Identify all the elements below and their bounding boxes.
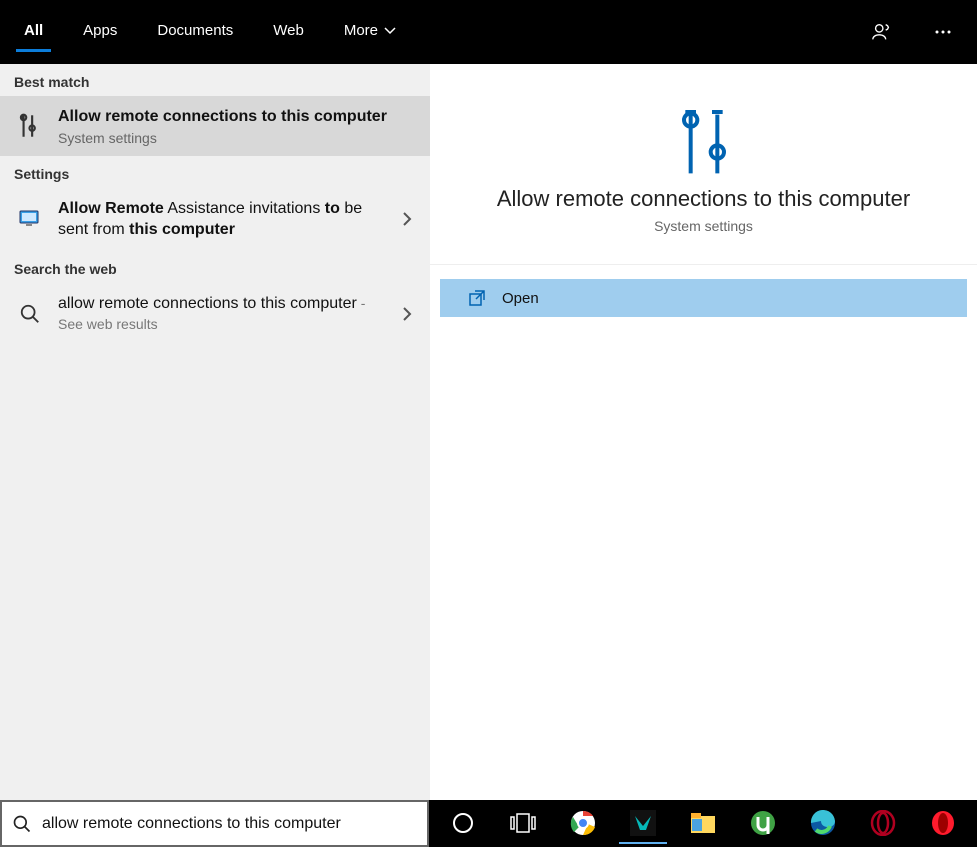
open-action[interactable]: Open <box>440 279 967 317</box>
tab-web[interactable]: Web <box>265 12 312 52</box>
opera-icon[interactable] <box>919 804 967 844</box>
chevron-right-icon <box>398 211 416 227</box>
taskview-icon[interactable] <box>499 804 547 844</box>
settings-result-remote-assistance[interactable]: Allow Remote Assistance invitations to b… <box>0 188 430 251</box>
section-search-web: Search the web <box>0 251 430 283</box>
settings-tools-icon <box>672 104 736 168</box>
utorrent-icon[interactable] <box>739 804 787 844</box>
opera-gx-icon[interactable] <box>859 804 907 844</box>
tab-apps[interactable]: Apps <box>75 12 125 52</box>
tab-documents[interactable]: Documents <box>149 12 241 52</box>
preview-title: Allow remote connections to this compute… <box>450 186 957 212</box>
section-best-match: Best match <box>0 64 430 96</box>
best-match-result[interactable]: Allow remote connections to this compute… <box>0 96 430 156</box>
tab-more[interactable]: More <box>336 12 404 52</box>
search-icon <box>12 814 32 834</box>
section-settings: Settings <box>0 156 430 188</box>
more-options-icon[interactable] <box>925 14 961 50</box>
feedback-icon[interactable] <box>863 13 901 51</box>
search-box[interactable] <box>0 800 429 847</box>
best-match-subtitle: System settings <box>58 130 416 146</box>
open-label: Open <box>502 290 539 307</box>
edge-icon[interactable] <box>799 804 847 844</box>
search-filter-tabs: All Apps Documents Web More <box>0 0 977 64</box>
best-match-title: Allow remote connections to this compute… <box>58 108 387 125</box>
tab-more-label: More <box>344 22 378 39</box>
monitor-icon <box>14 203 46 235</box>
tab-all[interactable]: All <box>16 12 51 52</box>
settings-tools-icon <box>14 110 46 142</box>
search-input[interactable] <box>42 815 417 833</box>
web-result-title: allow remote connections to this compute… <box>58 293 386 336</box>
settings-result-title: Allow Remote Assistance invitations to b… <box>58 198 386 241</box>
predator-icon[interactable] <box>619 804 667 844</box>
preview-subtitle: System settings <box>450 218 957 234</box>
chevron-down-icon <box>384 27 396 35</box>
chevron-right-icon <box>398 306 416 322</box>
search-icon <box>14 298 46 330</box>
cortana-icon[interactable] <box>439 804 487 844</box>
file-explorer-icon[interactable] <box>679 804 727 844</box>
open-icon <box>468 289 486 307</box>
preview-panel: Allow remote connections to this compute… <box>430 64 977 800</box>
results-panel: Best match Allow remote connections to t… <box>0 64 430 800</box>
chrome-icon[interactable] <box>559 804 607 844</box>
web-result[interactable]: allow remote connections to this compute… <box>0 283 430 346</box>
taskbar-area <box>0 800 977 847</box>
